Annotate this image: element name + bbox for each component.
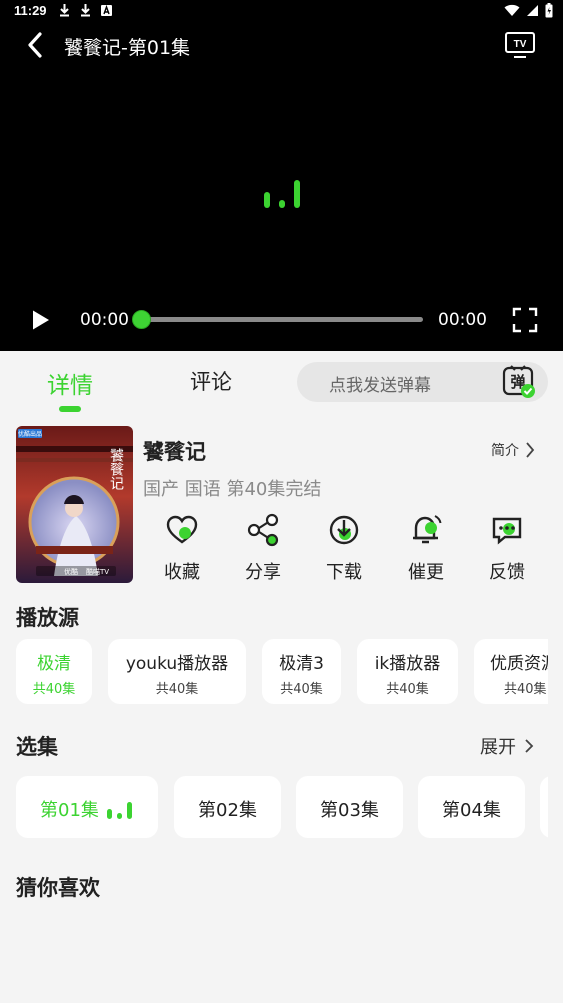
fullscreen-icon[interactable]: [512, 307, 538, 333]
share-icon: [247, 513, 279, 547]
chevron-right-icon: [525, 739, 534, 753]
playing-bars-icon: [107, 802, 132, 819]
feedback-icon: [492, 517, 522, 545]
signal-icon: [527, 5, 538, 16]
back-icon[interactable]: [22, 30, 50, 60]
episode-item[interactable]: [540, 776, 548, 838]
source-item[interactable]: 极清3 共40集: [262, 639, 341, 704]
source-count: 共40集: [280, 682, 323, 697]
seek-bar[interactable]: [141, 317, 423, 322]
danmu-placeholder: 点我发送弹幕: [329, 376, 431, 396]
favorite-button[interactable]: 收藏: [152, 512, 212, 584]
episode-label: 第03集: [320, 800, 379, 821]
source-name: ik播放器: [374, 654, 441, 674]
danmu-input[interactable]: 点我发送弹幕 弹: [297, 362, 548, 402]
poster-image: 优酷出品 饕餮记 优酷 酷喵TV: [16, 426, 133, 583]
source-count: 共40集: [155, 682, 199, 697]
tab-indicator: [59, 406, 81, 412]
episode-label: 第02集: [198, 800, 257, 821]
download-icon: [329, 515, 359, 545]
notification-icons: [58, 3, 113, 17]
source-item[interactable]: ik播放器 共40集: [357, 639, 458, 704]
share-label: 分享: [245, 562, 281, 583]
share-button[interactable]: 分享: [233, 512, 293, 584]
app-notification-icon: [101, 4, 112, 16]
battery-icon: [545, 3, 553, 18]
wifi-icon: [504, 4, 520, 16]
bell-icon: [413, 515, 442, 544]
episode-label: 第04集: [442, 800, 501, 821]
show-meta: 国产 国语 第40集完结: [143, 479, 322, 500]
source-item[interactable]: 优质资源 共40集: [474, 639, 548, 704]
source-name: 极清3: [279, 654, 324, 674]
source-name: 优质资源: [490, 654, 548, 674]
download-label: 下载: [326, 562, 362, 583]
show-poster[interactable]: 优酷出品 饕餮记 优酷 酷喵TV: [16, 426, 133, 583]
episodes-title: 选集: [16, 735, 58, 759]
source-count: 共40集: [32, 682, 76, 697]
status-bar: 11:29: [0, 0, 563, 22]
svg-text:优酷出品: 优酷出品: [18, 430, 42, 438]
system-icons: [504, 3, 553, 18]
feedback-label: 反馈: [489, 562, 525, 583]
source-list: 极清 共40集 youku播放器 共40集 极清3 共40集 ik播放器 共40…: [16, 639, 548, 705]
tab-details[interactable]: 详情: [47, 366, 93, 400]
source-name: youku播放器: [125, 654, 229, 674]
source-count: 共40集: [386, 682, 429, 697]
episode-item[interactable]: 第02集: [174, 776, 281, 838]
danmu-toggle-icon[interactable]: 弹: [501, 364, 537, 400]
download-button[interactable]: 下载: [314, 512, 374, 584]
total-time: 00:00: [438, 310, 487, 330]
heart-icon: [166, 515, 198, 544]
intro-link[interactable]: 简介: [491, 440, 535, 460]
current-time: 00:00: [80, 310, 129, 330]
cast-tv-icon[interactable]: TV: [504, 31, 536, 59]
chevron-right-icon: [526, 442, 535, 458]
episode-label: 第01集: [40, 800, 99, 821]
recommend-title: 猜你喜欢: [16, 876, 100, 900]
episode-item[interactable]: 第01集: [16, 776, 158, 838]
urge-update-button[interactable]: 催更: [396, 512, 456, 584]
source-name: 极清: [37, 654, 71, 674]
expand-label: 展开: [480, 737, 516, 758]
download-notification-icon: [60, 4, 69, 17]
show-title: 饕餮记: [143, 440, 206, 464]
episode-item[interactable]: 第04集: [418, 776, 525, 838]
seek-thumb[interactable]: [132, 310, 151, 329]
urge-update-label: 催更: [408, 562, 444, 583]
tab-comments[interactable]: 评论: [190, 366, 232, 396]
svg-text:优酷: 优酷: [64, 567, 78, 576]
download-notification-icon: [81, 4, 90, 17]
source-item[interactable]: youku播放器 共40集: [108, 639, 246, 704]
svg-text:TV: TV: [514, 39, 527, 50]
episode-item[interactable]: 第03集: [296, 776, 403, 838]
video-title: 饕餮记-第01集: [64, 37, 191, 59]
intro-label: 简介: [491, 443, 519, 459]
svg-text:饕餮记: 饕餮记: [108, 448, 124, 490]
sources-title: 播放源: [16, 606, 79, 630]
source-count: 共40集: [504, 682, 547, 697]
loading-bars-icon: [264, 180, 300, 208]
video-player[interactable]: 11:29 饕餮记-第01集 TV 00:00 00:00: [0, 0, 563, 351]
source-item[interactable]: 极清 共40集: [16, 639, 92, 704]
play-icon[interactable]: [30, 308, 52, 332]
svg-text:酷喵TV: 酷喵TV: [86, 567, 109, 576]
feedback-button[interactable]: 反馈: [477, 512, 537, 584]
expand-button[interactable]: 展开: [480, 733, 534, 759]
status-time: 11:29: [14, 3, 47, 18]
favorite-label: 收藏: [164, 562, 200, 583]
episode-list: 第01集 第02集 第03集 第04集: [16, 776, 548, 840]
